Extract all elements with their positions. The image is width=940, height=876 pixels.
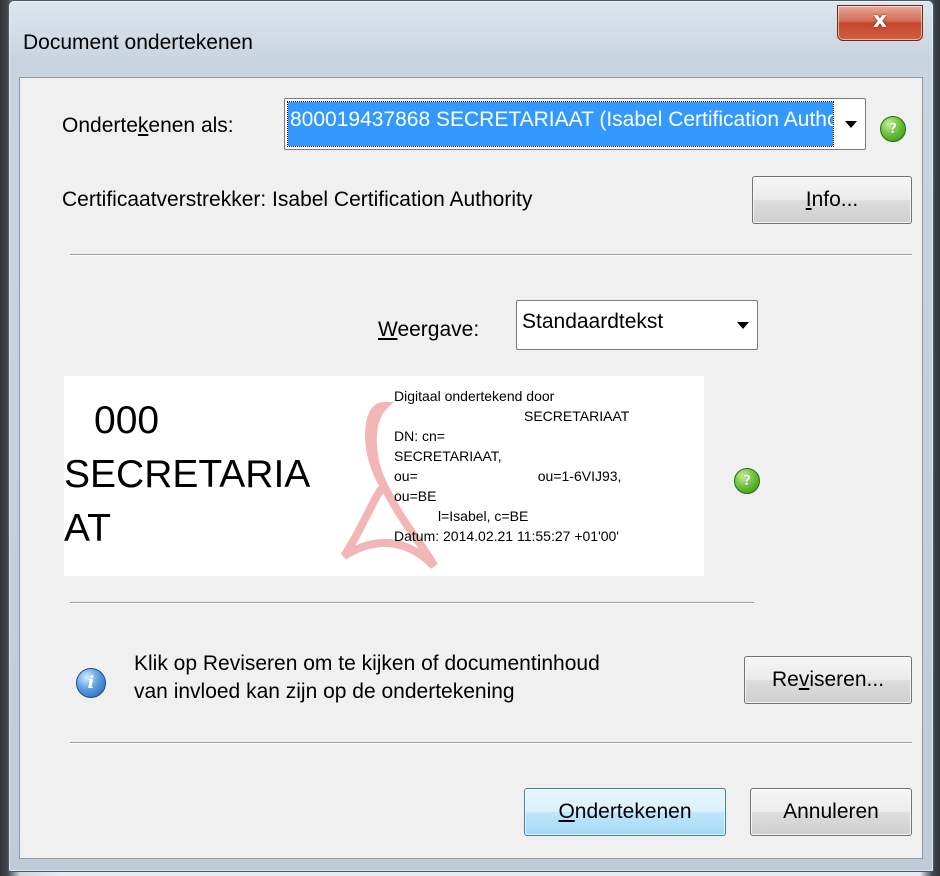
sign-as-label: Ondertekenen als: (62, 114, 234, 137)
signature-detail-line: SECRETARIAAT (524, 408, 630, 424)
appearance-value: Standaardtekst (522, 310, 664, 333)
signature-name: 000 SECRETARIA AT (64, 394, 384, 556)
chevron-down-icon (845, 121, 857, 128)
dialog-window: Document ondertekenen x Ondertekenen als… (8, 0, 934, 872)
sign-button[interactable]: Ondertekenen (524, 788, 726, 836)
help-icon[interactable]: ? (880, 116, 906, 142)
sign-as-select[interactable]: 800019437868 SECRETARIAAT (Isabel Certif… (284, 98, 866, 150)
divider (70, 254, 912, 256)
signature-detail-line: ou=BE (394, 488, 437, 504)
divider (70, 742, 912, 744)
signature-detail-line: DN: cn= (394, 428, 445, 444)
signature-name-line: AT (64, 507, 111, 550)
signature-detail-line: ou= ou=1-6VIJ93, (394, 468, 622, 484)
info-icon: i (76, 668, 106, 698)
dialog-content: Ondertekenen als: 800019437868 SECRETARI… (19, 77, 923, 859)
close-button[interactable]: x (837, 5, 923, 41)
info-button[interactable]: Info... (752, 176, 912, 224)
signature-detail-line: l=Isabel, c=BE (438, 508, 529, 524)
signature-name-line: 000 (94, 399, 160, 442)
window-title: Document ondertekenen (23, 31, 253, 54)
signature-detail-line: Datum: 2014.02.21 11:55:27 +01'00' (394, 528, 619, 544)
signature-details: Digitaal ondertekend door SECRETARIAAT D… (394, 386, 629, 546)
issuer-text: Certificaatverstrekker: Isabel Certifica… (62, 188, 533, 211)
divider (70, 602, 754, 604)
appearance-label: Weergave: (378, 318, 480, 341)
sign-as-value: 800019437868 SECRETARIAAT (Isabel Certif… (287, 101, 834, 147)
cancel-button[interactable]: Annuleren (750, 788, 912, 836)
appearance-select[interactable]: Standaardtekst (516, 300, 758, 350)
help-icon[interactable]: ? (734, 468, 760, 494)
review-button[interactable]: Reviseren... (744, 656, 912, 704)
review-message-line1: Klik op Reviseren om te kijken of docume… (134, 652, 600, 675)
signature-name-line: SECRETARIA (64, 453, 311, 496)
chevron-down-icon (737, 322, 749, 329)
review-message-line2: van invloed kan zijn op de ondertekening (134, 680, 515, 703)
title-bar[interactable]: Document ondertekenen x (9, 1, 933, 77)
signature-detail-line: Digitaal ondertekend door (394, 388, 555, 404)
signature-preview: 000 SECRETARIA AT Digitaal ondertekend d… (64, 376, 704, 576)
close-icon: x (872, 8, 888, 33)
signature-detail-line: SECRETARIAAT, (394, 448, 502, 464)
